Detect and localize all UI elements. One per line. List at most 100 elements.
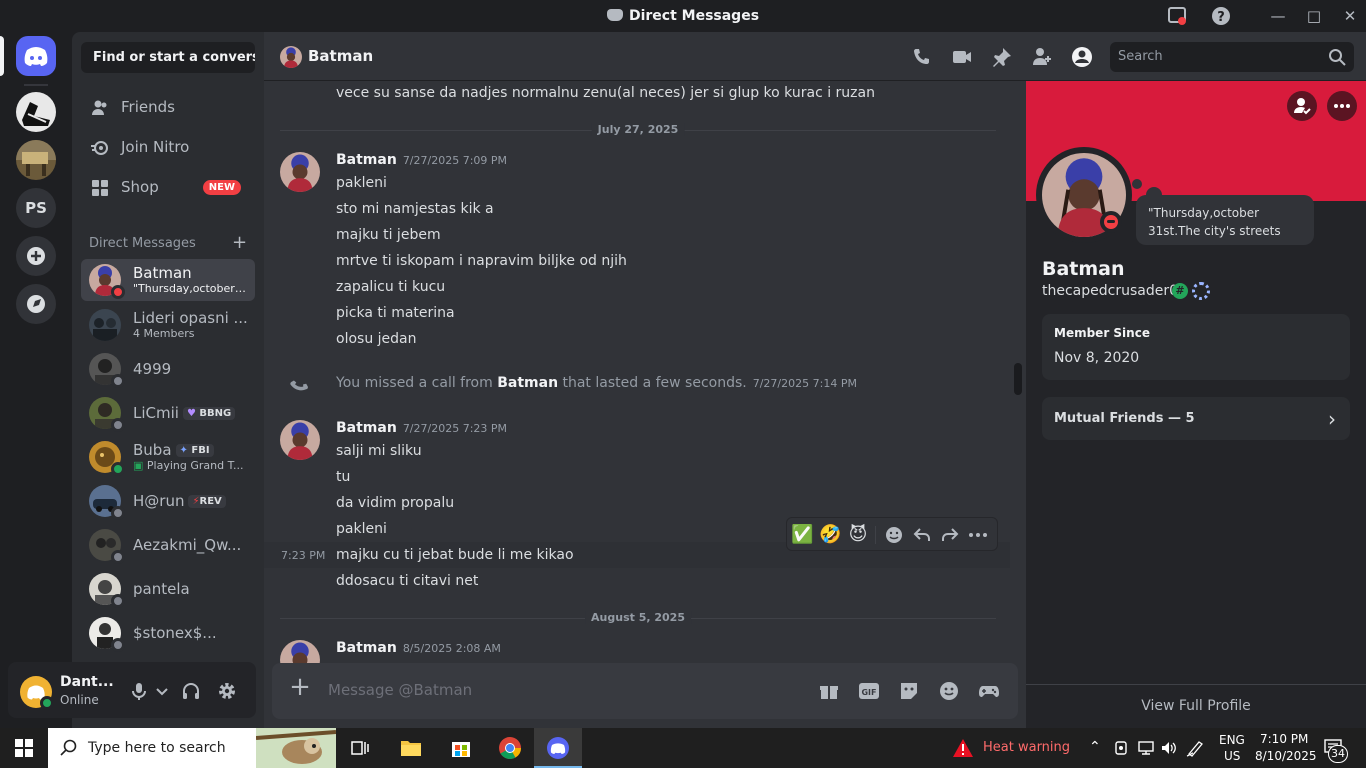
home-button[interactable] [16,36,56,76]
message-actions-toolbar: ✅ 🤣 😈 [786,517,998,551]
message-author[interactable]: Batman 8/5/2025 2:08 AM [336,640,501,656]
message-author[interactable]: Batman 7/27/2025 7:09 PM [336,152,507,168]
add-friends-to-dm-icon[interactable] [1031,46,1053,68]
upload-plus-icon[interactable]: + [288,674,312,700]
hashtag-badge-icon[interactable]: # [1172,283,1188,299]
pin-icon[interactable] [991,46,1013,68]
dm-stonex[interactable]: $stonex$... [81,612,255,654]
profile-display-name: Batman [1042,258,1125,280]
server-sneaker[interactable] [16,92,56,132]
notification-count-badge: 34 [1328,745,1348,763]
close-button[interactable]: ✕ [1339,6,1361,26]
server-room[interactable] [16,140,56,180]
message-avatar[interactable] [280,420,320,460]
more-options-icon[interactable] [967,524,989,546]
dm-buba[interactable]: Buba ✦ FBI ▣ Playing Grand T... [81,436,255,478]
task-view-icon[interactable] [350,738,370,758]
message-composer[interactable]: + Message @Batman GIF [272,663,1018,719]
chevron-down-icon[interactable] [155,681,169,701]
member-since-card: Member Since Nov 8, 2020 [1042,314,1350,380]
date-divider: August 5, 2025 [280,611,996,624]
message-text: ddosacu ti citavi net [336,573,479,589]
nav-friends[interactable]: Friends [81,88,255,128]
maximize-button[interactable]: □ [1303,6,1325,26]
header-avatar [280,46,302,68]
clock-time[interactable]: 7:10 PM [1260,732,1308,746]
voice-call-icon[interactable] [911,46,933,68]
settings-gear-icon[interactable] [217,681,237,701]
search-input[interactable]: Search [1110,42,1354,72]
headphones-icon[interactable] [181,681,201,701]
dm-aezakmi[interactable]: Aezakmi_Qw... [81,524,255,566]
dm-licmii[interactable]: LiCmii ♥ BBNG [81,392,255,434]
add-reaction-icon[interactable] [883,524,905,546]
video-call-icon[interactable] [951,46,973,68]
group-avatar [89,309,121,341]
pen-icon[interactable] [1186,739,1206,757]
dm-group-lideri[interactable]: Lideri opasni ... 4 Members [81,304,255,346]
store-app[interactable] [436,728,484,768]
search-highlight-sloth-icon [256,728,336,768]
date-divider: July 27, 2025 [280,123,996,136]
game-controller-icon: ▣ [133,459,144,472]
device-icon[interactable] [1113,740,1129,756]
scrollbar-thumb[interactable] [1014,363,1022,395]
activities-controller-icon[interactable] [977,679,1001,703]
nav-nitro[interactable]: Join Nitro [81,128,255,168]
gift-icon[interactable] [817,679,841,703]
add-server-button[interactable] [16,236,56,276]
find-conversation-button[interactable]: Find or start a convers... [81,42,255,73]
discord-app[interactable] [534,728,582,768]
weather-text[interactable]: Heat warning [983,740,1070,755]
dm-4999[interactable]: 4999 [81,348,255,390]
file-explorer-app[interactable] [386,728,434,768]
svg-text:?: ? [1217,10,1225,25]
discover-button[interactable] [16,284,56,324]
help-icon[interactable]: ? [1211,6,1231,26]
reply-icon[interactable] [911,524,933,546]
offline-status-icon [111,418,125,432]
forward-icon[interactable] [939,524,961,546]
windows-start-icon[interactable] [15,739,33,757]
server-rail: PS [0,32,72,728]
minimize-button[interactable]: — [1267,6,1289,26]
user-profile-icon[interactable] [1071,46,1093,68]
chrome-app[interactable] [486,728,534,768]
message-avatar[interactable] [280,152,320,192]
dm-batman[interactable]: Batman "Thursday,october ... [81,259,255,301]
online-status-icon [40,696,54,710]
message-input[interactable]: Message @Batman [328,681,472,699]
message-timestamp: 8/5/2025 2:08 AM [402,642,501,655]
message-text: olosu jedan [336,331,417,347]
mutual-friends-row[interactable]: Mutual Friends — 5 › [1042,397,1350,440]
rail-separator [24,84,48,86]
dm-harun[interactable]: H@run ⚡REV [81,480,255,522]
message-text: picka ti materina [336,305,455,321]
emoji-icon[interactable] [937,679,961,703]
nav-shop[interactable]: Shop NEW [81,168,255,208]
reaction-devil[interactable]: 😈 [847,524,869,546]
inbox-icon[interactable] [1167,6,1187,26]
server-ps[interactable]: PS [16,188,56,228]
message-author[interactable]: Batman 7/27/2025 7:23 PM [336,420,507,436]
microphone-icon[interactable] [129,681,149,701]
heat-warning-icon[interactable] [952,738,974,758]
add-friend-icon [1294,98,1311,115]
reaction-rofl[interactable]: 🤣 [819,524,841,546]
language-indicator[interactable]: ENG [1219,733,1245,747]
profile-more-button[interactable] [1327,91,1357,121]
add-friend-button[interactable] [1287,91,1317,121]
show-hidden-icons-chevron-icon[interactable]: ⌃ [1089,739,1101,755]
dm-pantela[interactable]: pantela [81,568,255,610]
view-full-profile-button[interactable]: View Full Profile [1026,684,1366,728]
reaction-check[interactable]: ✅ [791,524,813,546]
network-icon[interactable] [1137,740,1155,756]
gif-icon[interactable]: GIF [857,679,881,703]
taskbar-search[interactable]: Type here to search [48,728,336,768]
gear-badge-icon[interactable] [1192,282,1210,300]
new-badge: NEW [202,180,241,195]
volume-icon[interactable] [1160,740,1178,756]
message-text: vece su sanse da nadjes normalnu zenu(al… [336,85,875,101]
create-dm-button[interactable]: + [232,232,247,253]
sticker-icon[interactable] [897,679,921,703]
